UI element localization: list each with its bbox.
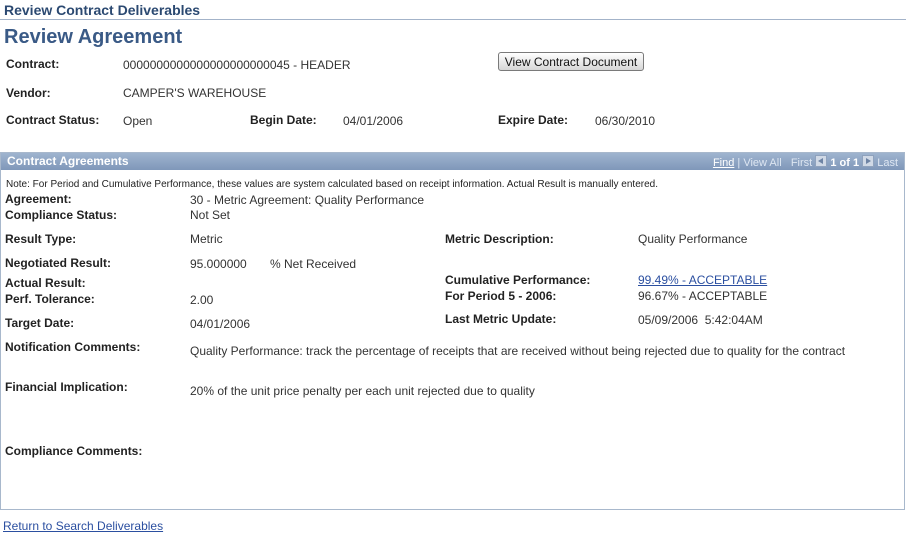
target-date-value: 04/01/2006 [190,317,251,331]
next-arrow-icon[interactable] [862,155,875,167]
negotiated-result-label: Negotiated Result: [5,256,112,270]
last-metric-update-value: 05/09/2006 5:42:04AM [638,313,763,327]
actual-result-label: Actual Result: [5,276,86,290]
negotiated-result-unit: % Net Received [270,257,357,271]
perf-tolerance-label: Perf. Tolerance: [5,292,95,306]
notification-comments-label: Notification Comments: [5,340,141,354]
expire-date-label: Expire Date: [498,113,569,127]
begin-date-value: 04/01/2006 [343,114,404,128]
agreement-value: 30 - Metric Agreement: Quality Performan… [190,193,425,207]
last-metric-update-label: Last Metric Update: [445,312,557,326]
negotiated-result-value: 95.000000 [190,257,247,271]
period-performance-label: For Period 5 - 2006: [445,289,557,303]
page-title: Review Agreement [4,26,183,48]
contract-status-label: Contract Status: [6,113,100,127]
find-link[interactable]: Find [713,157,734,169]
begin-date-label: Begin Date: [250,113,317,127]
vendor-value: CAMPER'S WAREHOUSE [123,86,267,100]
view-all-link[interactable]: View All [743,157,781,169]
vendor-label: Vendor: [6,86,51,100]
previous-arrow-icon[interactable] [815,155,828,167]
perf-tolerance-value: 2.00 [190,293,214,307]
agreement-label: Agreement: [5,192,72,206]
contract-status-value: Open [123,114,153,128]
metric-description-label: Metric Description: [445,232,554,246]
period-performance-value: 96.67% - ACCEPTABLE [638,289,768,303]
financial-implication-label: Financial Implication: [5,380,128,394]
contract-value: 0000000000000000000000045 - HEADER [123,58,351,72]
first-link[interactable]: First [791,157,812,169]
result-type-value: Metric [190,232,223,246]
view-contract-document-button[interactable]: View Contract Document [498,52,644,71]
expire-date-value: 06/30/2010 [595,114,656,128]
return-to-search-link[interactable]: Return to Search Deliverables [3,519,163,533]
cumulative-performance-label: Cumulative Performance: [445,273,591,287]
last-link[interactable]: Last [877,157,898,169]
contract-label: Contract: [6,57,60,71]
target-date-label: Target Date: [5,316,75,330]
metric-description-value: Quality Performance [638,232,748,246]
financial-implication-value: 20% of the unit price penalty per each u… [190,384,535,398]
grid-title: Contract Agreements [7,154,129,168]
result-type-label: Result Type: [5,232,77,246]
row-range: 1 of 1 [830,157,860,169]
performance-note: Note: For Period and Cumulative Performa… [6,179,658,190]
grid-header-bar: Contract Agreements Find | View All Firs… [1,153,904,170]
compliance-comments-label: Compliance Comments: [5,444,143,458]
compliance-status-label: Compliance Status: [5,208,118,222]
page-header-title: Review Contract Deliverables [4,2,201,18]
page-header: Review Contract Deliverables [0,0,906,20]
cumulative-performance-link[interactable]: 99.49% - ACCEPTABLE [638,273,767,287]
grid-navigation: Find | View All First 1 of 1 Last [712,155,898,169]
compliance-status-value: Not Set [190,208,231,222]
notification-comments-value: Quality Performance: track the percentag… [190,344,846,358]
